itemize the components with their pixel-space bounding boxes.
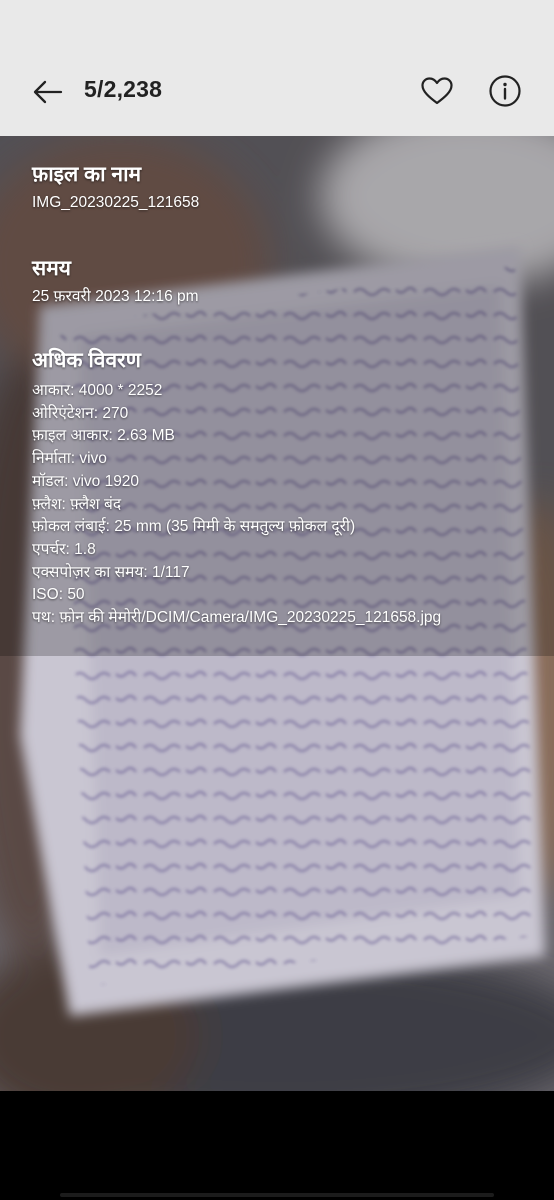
file-name-section: फ़ाइल का नाम IMG_20230225_121658: [32, 160, 542, 214]
detail-path: पथ: फ़ोन की मेमोरी/DCIM/Camera/IMG_20230…: [32, 609, 442, 627]
detail-manufacturer: निर्माता: vivo: [32, 450, 107, 468]
status-bar: [0, 0, 554, 46]
detail-model: मॉडल: vivo 1920: [32, 472, 140, 490]
detail-exposure-time: एक्सपोज़र का समय: 1/117: [32, 563, 190, 581]
advanced-details-list: आकार: 4000 * 2252 ओरिएंटेशन: 270 फ़ाइल आ…: [32, 380, 542, 630]
detail-size: आकार: 4000 * 2252: [32, 382, 163, 399]
detail-iso: ISO: 50: [32, 586, 85, 604]
detail-focal-length: फ़ोकल लंबाई: 25 mm (35 मिमी के समतुल्य फ…: [32, 518, 356, 536]
top-app-bar: 5/2,238: [0, 46, 554, 136]
detail-file-size: फ़ाइल आकार: 2.63 MB: [32, 427, 175, 445]
detail-aperture: एपर्चर: 1.8: [32, 540, 96, 558]
details-overlay: फ़ाइल का नाम IMG_20230225_121658 समय 25 …: [32, 160, 542, 630]
advanced-details-title: अधिक विवरण: [32, 349, 141, 372]
detail-flash: फ़्लैश: फ़्लैश बंद: [32, 495, 122, 513]
time-section: समय 25 फ़रवरी 2023 12:16 pm: [32, 254, 542, 308]
gesture-nav-handle[interactable]: [60, 1193, 494, 1197]
info-button[interactable]: [484, 70, 526, 112]
back-button[interactable]: [26, 70, 70, 114]
advanced-details-section: अधिक विवरण आकार: 4000 * 2252 ओरिएंटेशन: …: [32, 346, 542, 630]
file-name-value: IMG_20230225_121658: [32, 194, 200, 211]
arrow-left-icon: [33, 80, 63, 104]
time-value: 25 फ़रवरी 2023 12:16 pm: [32, 288, 199, 305]
bottom-area: [0, 1091, 554, 1200]
time-title: समय: [32, 257, 71, 280]
photo-counter: 5/2,238: [84, 76, 163, 102]
info-circle-icon: [489, 75, 521, 107]
detail-orientation: ओरिएंटेशन: 270: [32, 404, 129, 422]
heart-outline-icon: [421, 77, 453, 105]
file-name-title: फ़ाइल का नाम: [32, 163, 142, 186]
favorite-button[interactable]: [416, 70, 458, 112]
